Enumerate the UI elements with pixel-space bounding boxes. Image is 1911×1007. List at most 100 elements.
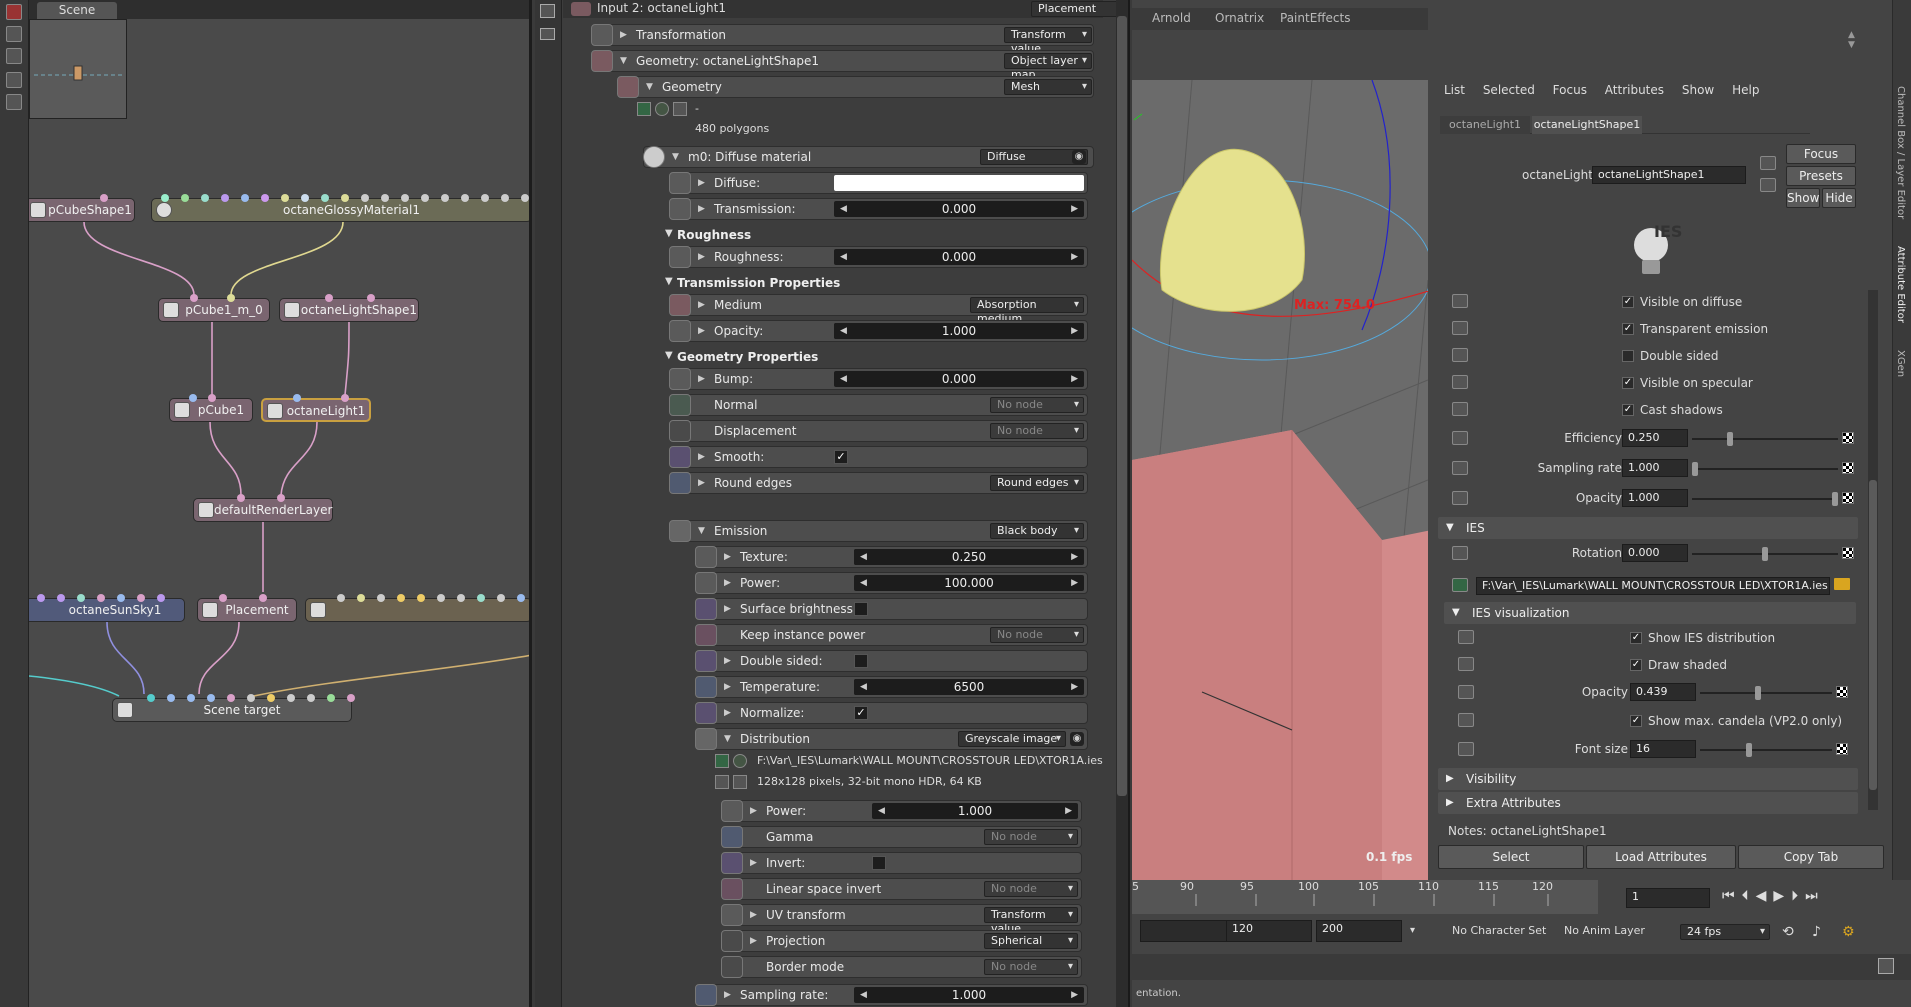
file-load-icon[interactable] bbox=[637, 102, 651, 116]
pin[interactable] bbox=[281, 194, 289, 202]
collapse-triangle[interactable]: ▼ bbox=[698, 521, 705, 541]
collapse-triangle[interactable]: ▼ bbox=[620, 51, 627, 71]
map-button-icon[interactable] bbox=[1842, 462, 1854, 474]
pin[interactable] bbox=[321, 194, 329, 202]
pin[interactable] bbox=[261, 194, 269, 202]
sampling-rate-slider-thumb[interactable] bbox=[1692, 462, 1698, 476]
expand-triangle[interactable]: ▶ bbox=[724, 703, 731, 723]
pin[interactable] bbox=[501, 194, 509, 202]
attr-scrollbar[interactable] bbox=[1868, 290, 1878, 810]
pin[interactable] bbox=[327, 694, 335, 702]
go-input-icon[interactable] bbox=[1760, 156, 1776, 170]
expand-triangle[interactable]: ▶ bbox=[698, 295, 705, 315]
normalize-row[interactable]: ▶ Normalize: ✓ bbox=[695, 702, 1088, 724]
map-button-icon[interactable] bbox=[1842, 547, 1854, 559]
uv-transform-row[interactable]: ▶ UV transform Transform value bbox=[721, 904, 1082, 935]
roughness-row[interactable]: ▶ Roughness: ◀ 0.000 ▶ bbox=[669, 246, 1088, 268]
collapse-triangle[interactable]: ▼ bbox=[665, 228, 673, 239]
pin[interactable] bbox=[277, 494, 285, 502]
pin[interactable] bbox=[347, 694, 355, 702]
distribution-row[interactable]: ▼ Distribution Greyscale image ◉ bbox=[695, 728, 1088, 750]
distribution-power-row[interactable]: ▶ Power: ◀ 1.000 ▶ bbox=[721, 800, 1082, 822]
menu-focus[interactable]: Focus bbox=[1553, 83, 1587, 97]
node-graph-panel[interactable]: Scene pCubeShape1 octaneGlossyMaterial1 … bbox=[29, 0, 532, 1007]
pin[interactable] bbox=[187, 694, 195, 702]
double-sided-checkbox[interactable] bbox=[854, 654, 868, 668]
visibility-section-header[interactable]: ▶ Visibility bbox=[1438, 768, 1858, 790]
distribution-power-slider[interactable]: ◀ 1.000 ▶ bbox=[872, 803, 1078, 819]
collapse-triangle[interactable]: ▼ bbox=[672, 147, 679, 167]
geometry-properties-header[interactable]: Geometry Properties bbox=[677, 350, 818, 364]
show-max-candela-checkbox[interactable]: ✓ bbox=[1630, 715, 1642, 727]
inspector-scrollbar[interactable] bbox=[1116, 0, 1128, 1007]
expand-triangle[interactable]: ▶ bbox=[750, 801, 757, 821]
pin[interactable] bbox=[361, 194, 369, 202]
prefs-icon[interactable]: ⚙ bbox=[1842, 924, 1855, 940]
pin[interactable] bbox=[247, 694, 255, 702]
pin[interactable] bbox=[207, 694, 215, 702]
transmission-properties-header[interactable]: Transmission Properties bbox=[677, 276, 840, 290]
medium-dropdown[interactable]: Absorption medium bbox=[970, 297, 1084, 325]
expand-triangle[interactable]: ▶ bbox=[724, 573, 731, 593]
pin[interactable] bbox=[477, 594, 485, 602]
projection-dropdown[interactable]: Spherical bbox=[984, 933, 1078, 949]
shelf-tab-painteffects[interactable]: PaintEffects bbox=[1280, 11, 1350, 25]
node-name-field[interactable]: octaneLightShape1 bbox=[1592, 166, 1746, 184]
pin[interactable] bbox=[381, 194, 389, 202]
pin[interactable] bbox=[377, 594, 385, 602]
projection-row[interactable]: ▶ Projection Spherical bbox=[721, 930, 1082, 952]
copy-tab-button[interactable]: Copy Tab bbox=[1738, 845, 1884, 869]
node-placement[interactable]: Placement bbox=[197, 598, 297, 622]
double-sided-checkbox[interactable] bbox=[1622, 350, 1634, 362]
pin[interactable] bbox=[157, 594, 165, 602]
temperature-row[interactable]: ▶ Temperature: ◀ 6500 ▶ bbox=[695, 676, 1088, 698]
expand-triangle[interactable]: ▶ bbox=[698, 173, 705, 193]
load-attributes-button[interactable]: Load Attributes bbox=[1586, 845, 1736, 869]
pin[interactable] bbox=[367, 294, 375, 302]
material-row[interactable]: ▼ m0: Diffuse material Diffuse ◉ bbox=[643, 146, 1094, 168]
double-sided-row[interactable]: ▶ Double sided: bbox=[695, 650, 1088, 672]
pin[interactable] bbox=[201, 194, 209, 202]
reload-icon[interactable] bbox=[733, 754, 747, 768]
sampling-rate-slider-track[interactable] bbox=[1692, 468, 1838, 470]
node-pcubeshape1[interactable]: pCubeShape1 bbox=[29, 198, 135, 222]
playback-controls[interactable]: ⏮⏴◀▶⏵⏭ bbox=[1722, 888, 1825, 904]
eye-icon[interactable]: ◉ bbox=[1070, 732, 1084, 746]
invert-row[interactable]: ▶ Invert: bbox=[721, 852, 1082, 874]
collapse-triangle[interactable]: ▼ bbox=[665, 350, 673, 361]
tab-attribute-editor[interactable]: Attribute Editor bbox=[1895, 246, 1906, 323]
expand-triangle[interactable]: ▶ bbox=[724, 651, 731, 671]
menu-help[interactable]: Help bbox=[1732, 83, 1759, 97]
pin[interactable] bbox=[437, 594, 445, 602]
chevron-down-icon[interactable]: ▾ bbox=[1410, 920, 1415, 942]
time-slider[interactable]: 5 90 95 100 105 110 115 120 bbox=[1132, 880, 1598, 914]
tab-xgen[interactable]: XGen bbox=[1895, 350, 1906, 377]
ies-section-header[interactable]: ▼ IES bbox=[1438, 517, 1858, 539]
node-pcube1-m0[interactable]: pCube1_m_0 bbox=[158, 298, 270, 322]
table-icon[interactable] bbox=[6, 94, 22, 110]
pin[interactable] bbox=[293, 394, 301, 402]
pin[interactable] bbox=[190, 294, 198, 302]
sampling-rate-slider[interactable]: ◀ 1.000 ▶ bbox=[854, 987, 1084, 1003]
pin[interactable] bbox=[521, 194, 529, 202]
node-octanelight1[interactable]: octaneLight1 bbox=[261, 398, 371, 422]
pin[interactable] bbox=[221, 194, 229, 202]
go-output-icon[interactable] bbox=[1760, 178, 1776, 192]
show-button[interactable]: Show bbox=[1786, 188, 1820, 208]
power-slider[interactable]: ◀ 100.000 ▶ bbox=[854, 575, 1084, 591]
eye-icon[interactable]: ◉ bbox=[1072, 150, 1086, 164]
range-start-field[interactable]: 120 bbox=[1226, 920, 1312, 942]
file-load-icon[interactable] bbox=[715, 754, 729, 768]
uv-transform-dropdown[interactable]: Transform value bbox=[984, 907, 1078, 935]
expand-triangle[interactable]: ▶ bbox=[698, 321, 705, 341]
surface-brightness-checkbox[interactable] bbox=[854, 602, 868, 616]
tab-channel-box[interactable]: Channel Box / Layer Editor bbox=[1895, 86, 1906, 219]
transmission-row[interactable]: ▶ Transmission: ◀ 0.000 ▶ bbox=[669, 198, 1088, 220]
material-icon[interactable] bbox=[6, 72, 22, 88]
geometry-type-dropdown[interactable]: Mesh bbox=[1004, 79, 1092, 95]
texture-slider[interactable]: ◀ 0.250 ▶ bbox=[854, 549, 1084, 565]
folder-icon[interactable] bbox=[1834, 578, 1850, 590]
expand-triangle[interactable]: ▶ bbox=[724, 985, 731, 1005]
expand-triangle[interactable]: ▶ bbox=[698, 247, 705, 267]
bump-slider[interactable]: ◀ 0.000 ▶ bbox=[834, 371, 1084, 387]
